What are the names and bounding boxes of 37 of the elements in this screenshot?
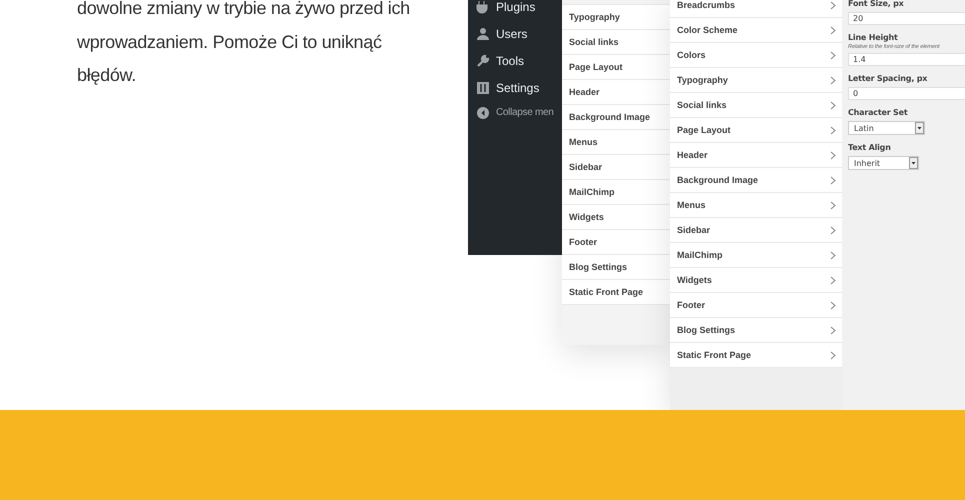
chevron-right-icon	[830, 200, 836, 210]
chevron-right-icon	[830, 276, 836, 284]
wrench-icon	[476, 54, 490, 68]
chevron-right-icon	[830, 76, 836, 84]
chevron-right-icon	[830, 0, 836, 10]
select-dropdown[interactable]: Inherit	[848, 156, 919, 170]
field-label: Line Height	[848, 33, 899, 42]
field-label: Character Set	[848, 108, 908, 117]
field-label: Text Align	[848, 143, 892, 152]
chevron-right-icon	[830, 226, 836, 234]
plugin-icon	[476, 0, 490, 14]
field-label: Letter Spacing, px	[848, 74, 928, 83]
admin-menu-item[interactable]: Settings	[468, 77, 562, 98]
chevron-right-icon	[830, 126, 836, 134]
chevron-right-icon	[830, 50, 836, 60]
chevron-right-icon	[830, 326, 836, 334]
input-field[interactable]: 0	[848, 87, 965, 100]
chevron-right-icon	[830, 150, 836, 160]
settings-icon	[476, 80, 490, 94]
admin-menu-item[interactable]: Plugins	[468, 0, 562, 17]
select-dropdown[interactable]: Latin	[848, 121, 925, 135]
input-field[interactable]: 1.4	[848, 53, 965, 66]
customizer-section[interactable]: Breadcrumbs	[670, 0, 842, 18]
chevron-right-icon	[830, 300, 836, 310]
field-label: Font Size, px	[848, 0, 905, 8]
admin-menu-item[interactable]: Tools	[468, 50, 562, 71]
input-field[interactable]: 20	[848, 12, 965, 25]
intro-paragraph: dowolne zmiany w trybie na żywo przed ich wprowadzaniem. Pomoże Ci to uniknąć błędów.	[77, 0, 411, 87]
admin-menu-item[interactable]: Users	[468, 23, 562, 44]
chevron-right-icon	[830, 350, 836, 360]
user-icon	[476, 26, 490, 40]
chevron-right-icon	[830, 176, 836, 184]
chevron-right-icon	[830, 100, 836, 110]
collapse-menu-item[interactable]: Collapse men	[468, 102, 562, 123]
collapse-icon	[476, 106, 490, 120]
chevron-right-icon	[830, 26, 836, 34]
chevron-right-icon	[830, 250, 836, 260]
